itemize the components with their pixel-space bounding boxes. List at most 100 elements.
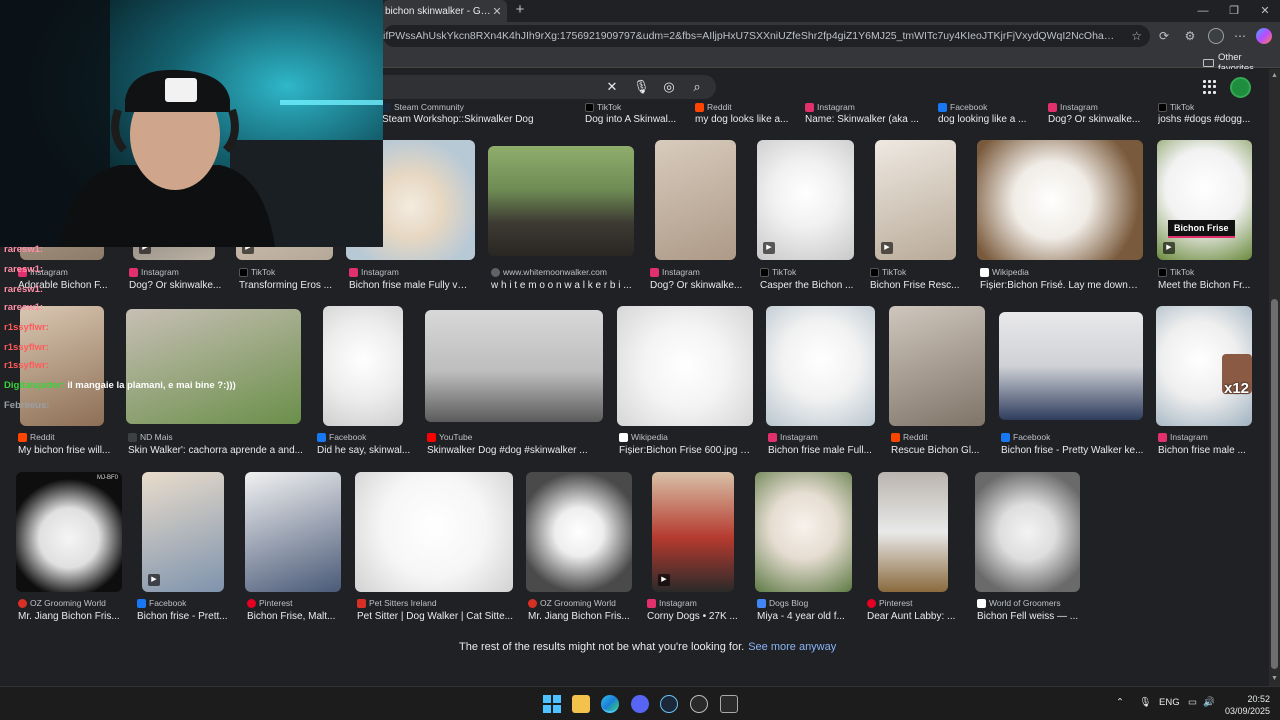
result-title[interactable]: Dog? Or skinwalke...	[650, 280, 748, 291]
lens-icon[interactable]: ◎	[661, 79, 677, 95]
result-title[interactable]: Corny Dogs • 27K ...	[647, 611, 745, 622]
extensions-icon[interactable]: ⚙	[1182, 28, 1198, 44]
account-avatar[interactable]	[1230, 77, 1251, 98]
scroll-down-icon[interactable]: ▼	[1270, 675, 1279, 684]
star-icon[interactable]: ☆	[1131, 29, 1142, 43]
result-title[interactable]: Bichon frise - Prett...	[137, 611, 235, 622]
result-title[interactable]: Dear Aunt Labby: ...	[867, 611, 965, 622]
result-image[interactable]	[245, 472, 341, 592]
result-image[interactable]	[323, 306, 403, 426]
result-title[interactable]: Did he say, skinwal...	[317, 445, 415, 456]
see-more-anyway-link[interactable]: See more anyway	[748, 641, 836, 653]
result-title[interactable]: Dog into A Skinwal...	[585, 114, 685, 125]
result-title[interactable]: Fișier:Bichon Frise 600.jpg - ...	[619, 445, 751, 456]
clear-icon[interactable]: ✕	[604, 79, 620, 95]
result-title[interactable]: Bichon Frise Resc...	[870, 280, 968, 291]
minimize-icon[interactable]: —	[1188, 3, 1218, 19]
restore-icon[interactable]: ❐	[1219, 3, 1249, 19]
microphone-tray-icon[interactable]: 🎙	[1139, 697, 1151, 708]
result-image[interactable]: ▶	[142, 472, 224, 592]
result-title[interactable]: Bichon frise male Full...	[768, 445, 876, 456]
result-image[interactable]	[617, 306, 753, 426]
result-image[interactable]	[878, 472, 948, 592]
result-image[interactable]	[977, 140, 1143, 260]
result-image[interactable]	[425, 310, 603, 422]
result-image[interactable]: ▶	[757, 140, 854, 260]
tab-close-icon[interactable]: ✕	[491, 5, 503, 18]
close-window-icon[interactable]: ✕	[1250, 3, 1280, 19]
result-image[interactable]: MJ-BF0	[16, 472, 122, 592]
result-title[interactable]: Name: Skinwalker (aka ...	[805, 114, 925, 125]
result-image[interactable]	[526, 472, 632, 592]
microphone-icon[interactable]: 🎙	[633, 79, 650, 95]
result-image[interactable]: Bichon Frise ▶	[1157, 140, 1252, 260]
result-title[interactable]: Steam Workshop::Skinwalker Dog	[382, 114, 572, 125]
network-icon[interactable]: ▭	[1188, 697, 1197, 708]
scroll-up-icon[interactable]: ▲	[1270, 72, 1279, 81]
copilot-icon[interactable]	[1256, 28, 1272, 44]
result-card[interactable]: Steam Community Steam Workshop::Skinwalk…	[382, 102, 582, 128]
tab-google-search[interactable]: bichon skinwalker - Google Search ✕	[383, 0, 507, 22]
result-title[interactable]: Skin Walker': cachorra aprende a and...	[128, 445, 306, 456]
obs-icon[interactable]	[690, 695, 708, 713]
new-tab-icon[interactable]: +	[512, 2, 528, 18]
epic-games-icon[interactable]	[720, 695, 738, 713]
result-title[interactable]: Bichon Frise, Malt...	[247, 611, 345, 622]
result-title[interactable]: Rescue Bichon Gl...	[891, 445, 989, 456]
result-title[interactable]: joshs #dogs #dogg...	[1158, 114, 1258, 125]
edge-icon[interactable]	[601, 695, 619, 713]
result-title[interactable]: dog looking like a ...	[938, 114, 1038, 125]
language-indicator[interactable]: ENG	[1159, 697, 1180, 708]
result-image[interactable]	[488, 146, 634, 256]
result-image[interactable]	[655, 140, 736, 260]
result-title[interactable]: Bichon frise male ...	[1158, 445, 1256, 456]
result-title[interactable]: my dog looks like a...	[695, 114, 795, 125]
result-title[interactable]: Bichon frise male Fully va...	[349, 280, 471, 291]
search-icon[interactable]: ⌕	[689, 79, 705, 95]
steam-icon[interactable]	[660, 695, 678, 713]
result-title[interactable]: Bichon Fell weiss — ...	[977, 611, 1085, 622]
result-title[interactable]: Fișier:Bichon Frisé. Lay me down.j...	[980, 280, 1138, 291]
result-title[interactable]: Pet Sitter | Dog Walker | Cat Sitte...	[357, 611, 513, 622]
result-image[interactable]: x12	[1156, 306, 1252, 426]
result-title[interactable]: Miya - 4 year old f...	[757, 611, 855, 622]
page-scrollbar[interactable]: ▲ ▼	[1269, 69, 1280, 686]
result-card[interactable]: TikTok Dog into A Skinwal...	[585, 102, 690, 128]
result-title[interactable]: Casper the Bichon ...	[760, 280, 858, 291]
result-image[interactable]	[766, 306, 875, 426]
result-title[interactable]: Dog? Or skinwalke...	[1048, 114, 1148, 125]
volume-icon[interactable]: 🔊	[1203, 697, 1215, 708]
result-title[interactable]: Bichon frise - Pretty Walker ke...	[1001, 445, 1147, 456]
result-card[interactable]: Reddit my dog looks like a...	[695, 102, 800, 128]
refresh-extension-icon[interactable]: ⟳	[1156, 28, 1172, 44]
result-title[interactable]: Meet the Bichon Fr...	[1158, 280, 1256, 291]
apps-grid-icon[interactable]	[1203, 80, 1217, 94]
result-title[interactable]: Skinwalker Dog #dog #skinwalker ...	[427, 445, 605, 456]
result-card[interactable]: Instagram Dog? Or skinwalke...	[1048, 102, 1153, 128]
file-explorer-icon[interactable]	[572, 695, 590, 713]
result-image[interactable]	[975, 472, 1080, 592]
result-title[interactable]: My bichon frise will...	[18, 445, 116, 456]
result-card[interactable]: Instagram Name: Skinwalker (aka ...	[805, 102, 933, 128]
chevron-up-icon[interactable]: ⌃	[1116, 697, 1124, 708]
result-image[interactable]	[889, 306, 985, 426]
browser-profile-avatar[interactable]	[1208, 28, 1224, 44]
search-input[interactable]: ✕ 🎙 ◎ ⌕	[383, 75, 716, 99]
scroll-thumb[interactable]	[1271, 299, 1278, 669]
result-card[interactable]: Facebook dog looking like a ...	[938, 102, 1043, 128]
result-card[interactable]: TikTok joshs #dogs #dogg...	[1158, 102, 1263, 128]
result-title[interactable]: Mr. Jiang Bichon Fris...	[18, 611, 126, 622]
result-title[interactable]: Mr. Jiang Bichon Fris...	[528, 611, 638, 622]
system-clock[interactable]: 20:52 03/09/2025	[1224, 693, 1270, 717]
address-bar[interactable]: ifPWssAhUskYkcn8RXn4K4hJIh9rXg:175692190…	[383, 25, 1150, 47]
more-menu-icon[interactable]: ⋯	[1232, 28, 1248, 44]
discord-icon[interactable]	[631, 695, 649, 713]
result-title[interactable]: w h i t e m o o n w a l k e r b i ...	[491, 280, 639, 291]
result-image[interactable]	[355, 472, 513, 592]
result-image[interactable]: ▶	[875, 140, 956, 260]
result-source: TikTok	[882, 267, 907, 277]
windows-start-icon[interactable]	[543, 695, 561, 713]
result-image[interactable]: ▶	[652, 472, 734, 592]
result-image[interactable]	[999, 312, 1143, 420]
result-image[interactable]	[755, 472, 852, 592]
